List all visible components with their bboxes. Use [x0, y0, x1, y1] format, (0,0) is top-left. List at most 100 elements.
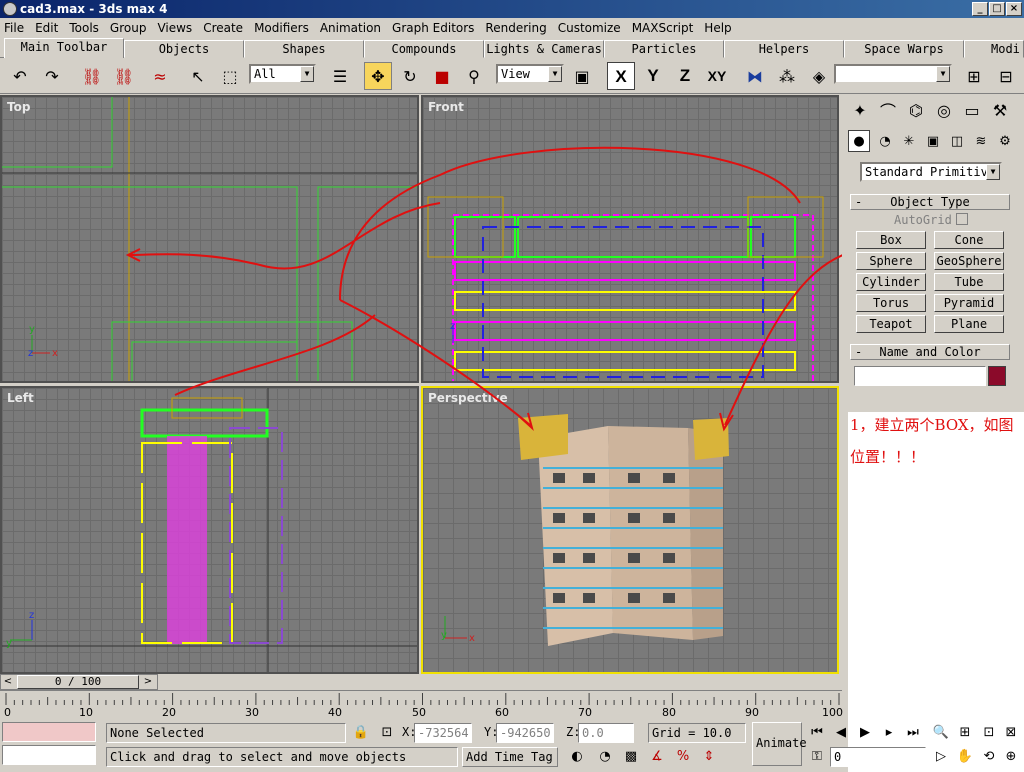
chevron-right-icon[interactable]: >	[141, 675, 155, 689]
previous-frame-icon[interactable]: ◀	[830, 722, 852, 744]
cone-button[interactable]: Cone	[934, 231, 1004, 249]
snaps-toggle-icon[interactable]: ◔	[594, 746, 616, 768]
box-button[interactable]: Box	[856, 231, 926, 249]
cylinder-button[interactable]: Cylinder	[856, 273, 926, 291]
lights-icon[interactable]: ✳	[898, 130, 920, 152]
spinner-snap-icon[interactable]: ⇕	[698, 746, 720, 768]
torus-button[interactable]: Torus	[856, 294, 926, 312]
play-icon[interactable]: ▶	[854, 722, 876, 744]
space-warps-icon[interactable]: ≋	[970, 130, 992, 152]
menu-views[interactable]: Views	[157, 21, 192, 35]
angle-snap-icon[interactable]: ∡	[646, 746, 668, 768]
zoom-extents-icon[interactable]: ⊡	[978, 722, 1000, 744]
cameras-icon[interactable]: ▣	[922, 130, 944, 152]
axis-z-button[interactable]: Z	[671, 62, 699, 90]
selection-filter-dropdown[interactable]: All ▼	[249, 64, 316, 84]
display-panel-icon[interactable]: ▭	[958, 96, 986, 124]
tab-space-warps[interactable]: Space Warps	[844, 40, 964, 58]
pivot-center-icon[interactable]: ▣	[568, 62, 596, 90]
object-color-swatch[interactable]	[988, 366, 1006, 386]
primitive-type-dropdown[interactable]: Standard Primitiv ▼	[860, 162, 1002, 182]
menu-group[interactable]: Group	[110, 21, 147, 35]
sphere-button[interactable]: Sphere	[856, 252, 926, 270]
max-script-mini-listener[interactable]	[2, 745, 96, 765]
axis-x-button[interactable]: X	[607, 62, 635, 90]
utilities-panel-icon[interactable]: ⚒	[986, 96, 1014, 124]
time-slider[interactable]: < 0 / 100 >	[0, 674, 158, 690]
scale-icon[interactable]: ■	[428, 62, 456, 90]
object-type-rollout[interactable]: - Object Type	[850, 194, 1010, 210]
systems-icon[interactable]: ⚙	[994, 130, 1016, 152]
goto-end-icon[interactable]: ⏭	[902, 722, 924, 744]
current-frame-field[interactable]: 0	[830, 747, 926, 767]
field-of-view-icon[interactable]: ▷	[930, 746, 952, 768]
menu-customize[interactable]: Customize	[558, 21, 621, 35]
hierarchy-panel-icon[interactable]: ⌬	[902, 96, 930, 124]
absolute-mode-icon[interactable]: ⊡	[376, 722, 398, 744]
arc-rotate-icon[interactable]: ⟲	[978, 746, 1000, 768]
shapes-icon[interactable]: ◔	[874, 130, 896, 152]
align-icon[interactable]: ◈	[805, 62, 833, 90]
named-selection-dropdown[interactable]: ▼	[834, 64, 952, 84]
lock-selection-icon[interactable]: 🔒	[350, 722, 372, 744]
array-icon[interactable]: ⁂	[773, 62, 801, 90]
degradation-override-icon[interactable]: ◐	[566, 746, 588, 768]
geometry-icon[interactable]: ●	[848, 130, 870, 152]
menu-graph-editors[interactable]: Graph Editors	[392, 21, 474, 35]
pyramid-button[interactable]: Pyramid	[934, 294, 1004, 312]
next-frame-icon[interactable]: ▸	[878, 722, 900, 744]
object-name-input[interactable]	[854, 366, 986, 386]
axis-xy-button[interactable]: XY	[703, 62, 731, 90]
select-by-name-icon[interactable]: ☰	[326, 62, 354, 90]
rotate-icon[interactable]: ↻	[396, 62, 424, 90]
select-object-icon[interactable]: ↖	[184, 62, 212, 90]
zoom-icon[interactable]: 🔍	[930, 722, 952, 744]
menu-modifiers[interactable]: Modifiers	[254, 21, 309, 35]
tab-shapes[interactable]: Shapes	[244, 40, 364, 58]
menu-edit[interactable]: Edit	[35, 21, 58, 35]
snap-3d-icon[interactable]: ▩	[620, 746, 642, 768]
tab-modifiers[interactable]: Modi	[964, 40, 1024, 58]
maximize-button[interactable]: □	[989, 2, 1005, 16]
menu-maxscript[interactable]: MAXScript	[632, 21, 694, 35]
tab-lights-cameras[interactable]: Lights & Cameras	[484, 40, 604, 58]
motion-panel-icon[interactable]: ◎	[930, 96, 958, 124]
geosphere-button[interactable]: GeoSphere	[934, 252, 1004, 270]
undo-icon[interactable]: ↶	[6, 62, 34, 90]
minimize-button[interactable]: _	[972, 2, 988, 16]
goto-start-icon[interactable]: ⏮	[806, 722, 828, 744]
zoom-extents-all-icon[interactable]: ⊠	[1000, 722, 1022, 744]
tab-helpers[interactable]: Helpers	[724, 40, 844, 58]
create-panel-icon[interactable]: ✦	[846, 96, 874, 124]
link-icon[interactable]: ⛓	[78, 62, 106, 90]
time-slider-thumb[interactable]: 0 / 100	[17, 675, 139, 689]
move-icon[interactable]: ✥	[364, 62, 392, 90]
helpers-icon[interactable]: ◫	[946, 130, 968, 152]
zoom-all-icon[interactable]: ⊞	[954, 722, 976, 744]
tab-main-toolbar[interactable]: Main Toolbar	[4, 38, 124, 58]
redo-icon[interactable]: ↷	[38, 62, 66, 90]
app-icon[interactable]	[3, 2, 17, 16]
mirror-icon[interactable]: ⧓	[741, 62, 769, 90]
teapot-button[interactable]: Teapot	[856, 315, 926, 333]
axis-y-button[interactable]: Y	[639, 62, 667, 90]
y-coordinate-field[interactable]: -942650.	[496, 723, 554, 743]
percent-snap-icon[interactable]: %	[672, 746, 694, 768]
region-select-icon[interactable]: ⬚	[216, 62, 244, 90]
menu-help[interactable]: Help	[704, 21, 731, 35]
bind-space-warp-icon[interactable]: ≈	[146, 62, 174, 90]
name-color-rollout[interactable]: - Name and Color	[850, 344, 1010, 360]
tab-particles[interactable]: Particles	[604, 40, 724, 58]
animate-button[interactable]: Animate	[752, 722, 807, 766]
z-coordinate-field[interactable]: 0.0	[578, 723, 634, 743]
menu-rendering[interactable]: Rendering	[485, 21, 546, 35]
plane-button[interactable]: Plane	[934, 315, 1004, 333]
menu-create[interactable]: Create	[203, 21, 243, 35]
max-script-listener[interactable]	[2, 722, 96, 742]
tab-objects[interactable]: Objects	[124, 40, 244, 58]
track-bar[interactable]: 0 10 20 30 40 50 60 70 80 90 100	[0, 690, 843, 719]
reference-coord-dropdown[interactable]: View ▼	[496, 64, 564, 84]
unlink-icon[interactable]: ⛓	[110, 62, 138, 90]
track-view-icon[interactable]: ⊟	[992, 62, 1020, 90]
menu-tools[interactable]: Tools	[69, 21, 99, 35]
